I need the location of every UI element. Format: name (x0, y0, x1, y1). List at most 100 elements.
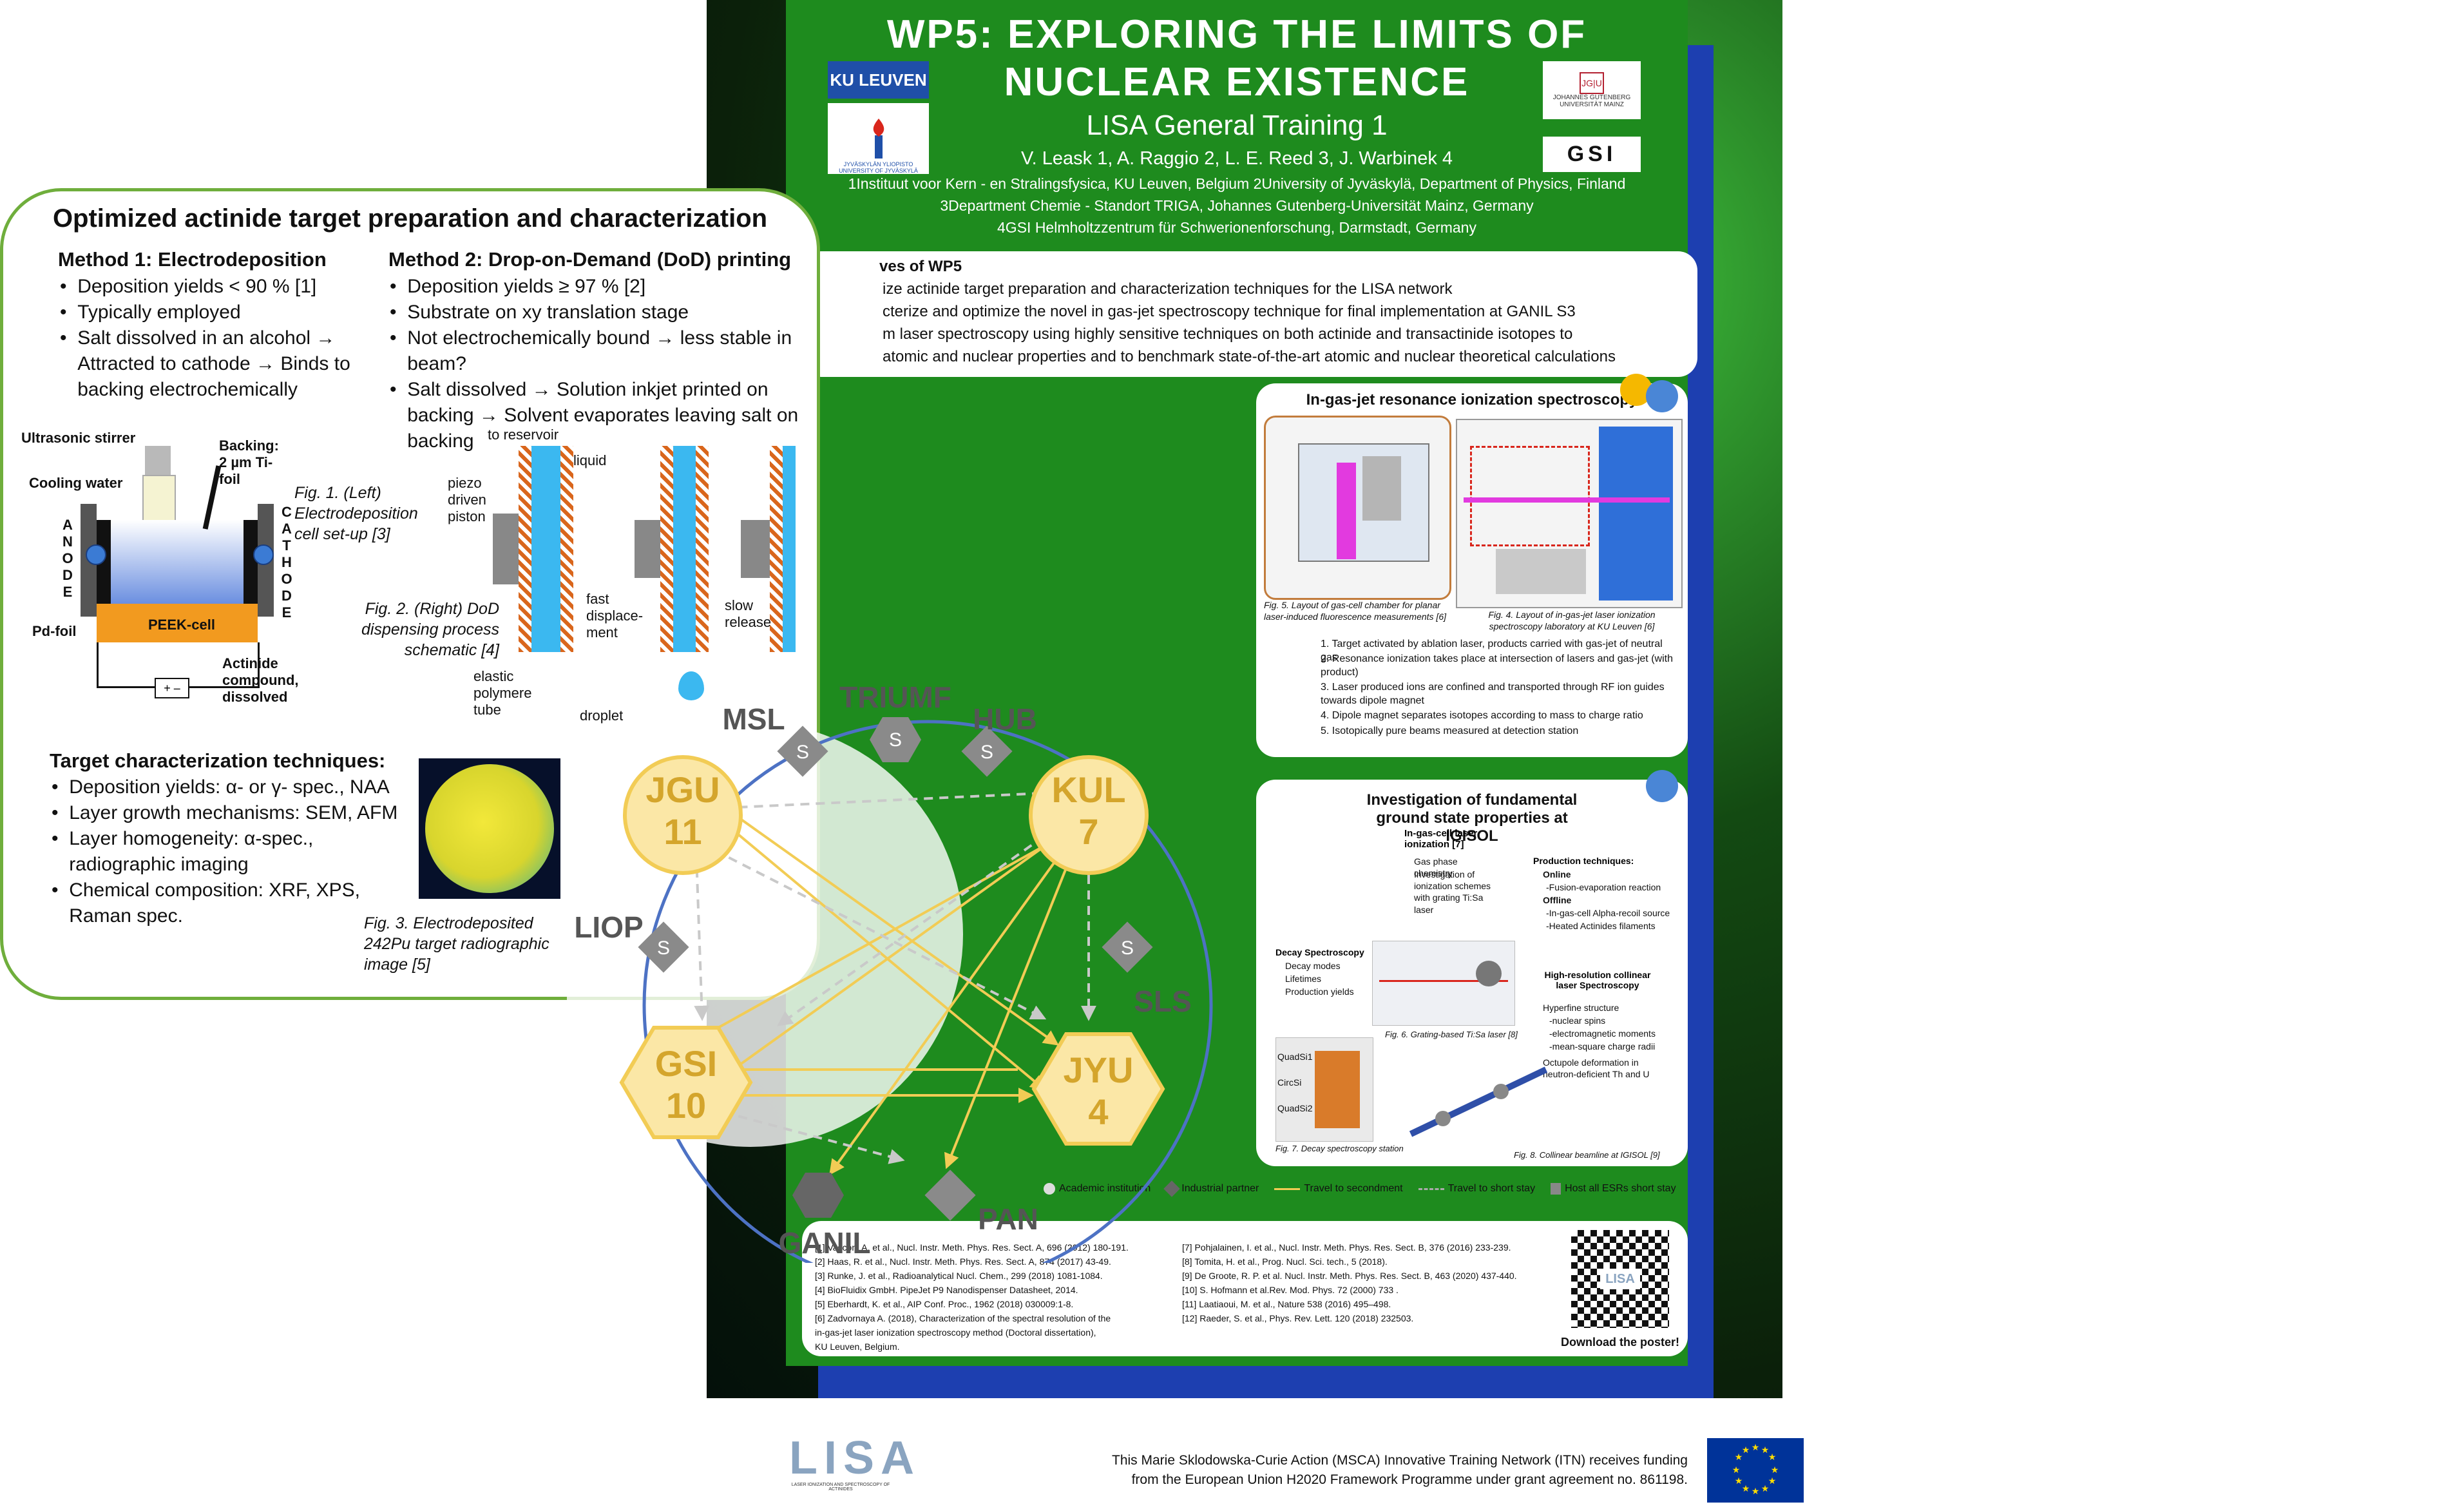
site-hub-s: S (980, 742, 993, 763)
igisol-coll-5: Octupole deformation in neutron-deficien… (1543, 1057, 1650, 1080)
method2-item-3: Not electrochemically bound → less stabl… (407, 327, 792, 374)
svg-text:★: ★ (1771, 1465, 1779, 1475)
svg-text:★: ★ (1742, 1445, 1750, 1456)
collinear-beamline-figure (1404, 1063, 1552, 1140)
site-ganil-label: GANIL (778, 1226, 870, 1260)
radiographic-image (419, 758, 560, 899)
ref-10: [10] S. Hofmann et al.Rev. Mod. Phys. 72… (1182, 1285, 1399, 1295)
node-jyu: JYU 4 (1031, 1032, 1165, 1146)
igisol-prod-heated: -Heated Actinides filaments (1546, 921, 1656, 931)
igisol-fig6-caption: Fig. 6. Grating-based Ti:Sa laser [8] (1385, 1030, 1518, 1039)
node-jyu-num: 4 (1088, 1091, 1108, 1132)
method1-item-2: Typically employed (77, 302, 241, 323)
igisol-prod-offline: Offline (1543, 895, 1572, 905)
jgu-logo: JG|U JOHANNES GUTENBERG UNIVERSITÄT MAIN… (1543, 61, 1641, 119)
blue-dot-2 (1646, 770, 1678, 802)
igisol-coll-4: -mean-square charge radii (1549, 1041, 1656, 1052)
label-fast-displacement: fast displace-ment (586, 591, 644, 640)
lens-title: Optimized actinide target preparation an… (52, 204, 768, 233)
ref-3: [3] Runke, J. et al., Radioanalytical Nu… (815, 1271, 1103, 1281)
site-msl-label: MSL (722, 702, 785, 736)
method1-item-1: Deposition yields < 90 % [1] (77, 276, 317, 297)
legend-short-stay: Travel to short stay (1418, 1183, 1535, 1195)
label-peek: PEEK-cell (148, 617, 215, 633)
node-jgu: JGU 11 (623, 755, 743, 875)
label-backing: Backing: (219, 437, 279, 454)
gasjet-lab-layout (1456, 419, 1683, 608)
torch-icon (873, 119, 884, 159)
igisol-prod-alpha: -In-gas-cell Alpha-recoil source (1546, 908, 1670, 918)
method1-item-3: Salt dissolved in an alcohol → Attracted… (77, 327, 350, 400)
ref-5: [5] Eberhardt, K. et al., AIP Conf. Proc… (815, 1299, 1074, 1309)
igisol-fig8-caption: Fig. 8. Collinear beamline at IGISOL [9] (1514, 1150, 1660, 1160)
method2-item-2: Substrate on xy translation stage (407, 302, 689, 323)
electrodeposition-cell-figure: Ultrasonic stirrer Backing: 2 µm Ti-foil… (21, 430, 299, 705)
svg-text:★: ★ (1768, 1476, 1777, 1486)
label-slow-release: slow release (725, 597, 772, 630)
funding-line-2: from the European Union H2020 Framework … (1131, 1472, 1688, 1487)
qr-lisa-label: LISA (1600, 1269, 1640, 1289)
network-diagram: JGU 11 KUL 7 GSI 10 JYU 4 S TRIUMF S MSL… (567, 680, 1213, 1263)
method2-item-1: Deposition yields ≥ 97 % [2] (407, 276, 646, 297)
blue-dot (1646, 380, 1678, 412)
jyu-logo: JYVÄSKYLÄN YLIOPISTO UNIVERSITY OF JYVÄS… (828, 103, 929, 174)
igisol-coll-1: Hyperfine structure (1543, 1003, 1619, 1013)
svg-text:★: ★ (1752, 1486, 1760, 1497)
igisol-coll-3: -electromagnetic moments (1549, 1028, 1656, 1039)
lisa-logo-subtitle: LASER IONIZATION AND SPECTROSCOPY OF ACT… (791, 1483, 890, 1492)
download-poster-link[interactable]: Download the poster! (1556, 1336, 1685, 1349)
legend-host: Host all ESRs short stay (1551, 1183, 1676, 1195)
fig2-caption: Fig. 2. (Right) DoD dispensing process s… (361, 600, 499, 659)
gas-cell-figure (1264, 416, 1451, 600)
label-backing-2: 2 µm Ti-foil (219, 454, 273, 487)
char-item-2: Layer growth mechanisms: SEM, AFM (69, 802, 398, 823)
label-cathode: CATHODE (281, 504, 292, 620)
lisa-logo-text: LISA (789, 1432, 921, 1484)
igisol-prod-fusion: -Fusion-evaporation reaction (1546, 882, 1661, 892)
method2-title: Method 2: Drop-on-Demand (DoD) printing (388, 248, 792, 271)
method1-title: Method 1: Electrodeposition (58, 248, 327, 271)
ku-leuven-logo: KU LEUVEN (828, 61, 929, 99)
node-kul-name: KUL (1051, 769, 1125, 810)
label-actinide: Actinide compound, dissolved (222, 655, 299, 705)
fig1-caption: Fig. 1. (Left) Electrodeposition cell se… (294, 484, 418, 543)
objectives-panel: ves of WP5 ize actinide target preparati… (802, 251, 1697, 377)
ref-11: [11] Laatiaoui, M. et al., Nature 538 (2… (1182, 1299, 1391, 1309)
gasjet-fig4-caption: Fig. 4. Layout of in-gas-jet laser ioniz… (1488, 610, 1656, 632)
ref-4: [4] BioFluidix GmbH. PipeJet P9 Nanodisp… (815, 1285, 1078, 1295)
svg-text:★: ★ (1752, 1443, 1760, 1453)
label-piston: piezo driven piston (448, 475, 486, 524)
site-hub-label: HUB (973, 702, 1037, 736)
gsi-logo: GSI (1543, 137, 1641, 172)
jgu-logo-text: JOHANNES GUTENBERG UNIVERSITÄT MAINZ (1552, 94, 1631, 108)
node-kul-num: 7 (1078, 811, 1098, 852)
site-pan: PAN (924, 1169, 1038, 1236)
igisol-ingas-title: In-gas-cell laser ionization [7] (1404, 828, 1478, 850)
char-title: Target characterization techniques: (50, 749, 386, 772)
objective-1: ize actinide target preparation and char… (883, 280, 1453, 298)
qr-code-icon[interactable]: LISA (1569, 1227, 1672, 1331)
igisol-production-title: Production techniques: (1533, 856, 1634, 866)
node-gsi-num: 10 (666, 1085, 706, 1126)
igisol-collinear-title: High-resolution collinear laser Spectros… (1544, 970, 1651, 990)
jyu-logo-text: JYVÄSKYLÄN YLIOPISTO UNIVERSITY OF JYVÄS… (839, 161, 918, 174)
char-item-1: Deposition yields: α- or γ- spec., NAA (69, 776, 390, 798)
label-anode: ANODE (62, 517, 73, 600)
poster-affiliation-1: 1Instituut voor Kern - en Stralingsfysic… (848, 175, 1626, 192)
node-jyu-name: JYU (1064, 1050, 1134, 1090)
site-sls-s: S (1121, 937, 1134, 959)
objective-3: m laser spectroscopy using highly sensit… (883, 325, 1573, 343)
node-kul: KUL 7 (1029, 755, 1149, 875)
site-sls-label: SLS (1134, 985, 1191, 1018)
svg-text:★: ★ (1735, 1476, 1743, 1486)
igisol-prod-online: Online (1543, 869, 1571, 879)
char-list: • Deposition yields: α- or γ- spec., NAA… (52, 774, 412, 929)
site-sls: S SLS (1102, 921, 1192, 1018)
char-item-3: Layer homogeneity: α-spec., radiographic… (69, 828, 314, 875)
objectives-title: ves of WP5 (879, 258, 962, 275)
fig3-caption: Fig. 3. Electrodeposited 242Pu target ra… (364, 914, 549, 974)
poster-affiliation-2: 3Department Chemie - Standort TRIGA, Joh… (940, 197, 1534, 214)
svg-text:★: ★ (1761, 1484, 1770, 1494)
site-triumf-label: TRIUMF (839, 680, 951, 714)
node-jgu-name: JGU (645, 769, 720, 810)
